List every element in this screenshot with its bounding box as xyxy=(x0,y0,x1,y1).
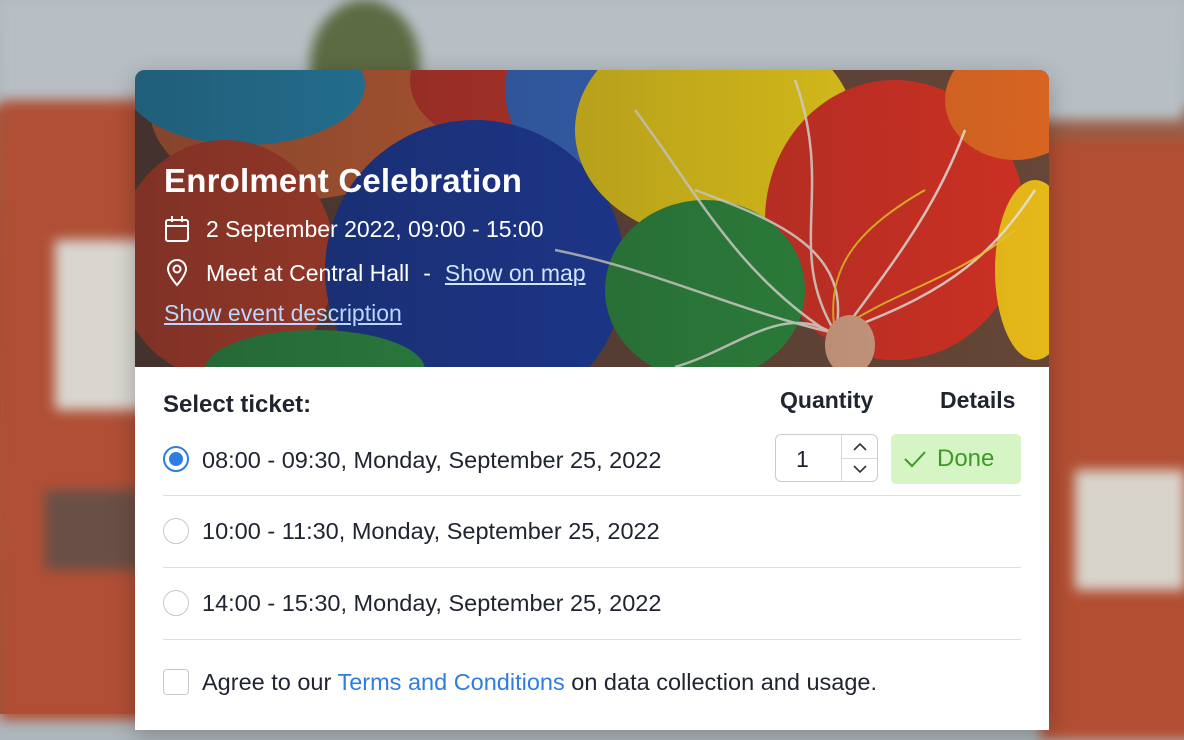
quantity-stepper[interactable]: 1 xyxy=(775,434,878,482)
ticket-selection: Select ticket: Quantity Details 08:00 - … xyxy=(135,367,1049,720)
ticket-option[interactable]: 10:00 - 11:30, Monday, September 25, 202… xyxy=(163,496,1021,568)
quantity-value[interactable]: 1 xyxy=(796,446,809,473)
ticket-option[interactable]: 14:00 - 15:30, Monday, September 25, 202… xyxy=(163,568,1021,640)
event-hero-banner: Enrolment Celebration 2 September 2022, … xyxy=(135,70,1049,367)
chevron-down-icon[interactable] xyxy=(842,458,877,481)
quantity-header: Quantity xyxy=(780,387,874,413)
terms-text: Agree to our Terms and Conditions on dat… xyxy=(202,669,877,696)
event-card: Enrolment Celebration 2 September 2022, … xyxy=(135,70,1049,730)
ticket-table-header: Select ticket: Quantity Details xyxy=(163,367,1021,437)
details-header: Details xyxy=(940,387,1016,413)
ticket-radio-selected[interactable] xyxy=(163,446,189,472)
event-datetime: 2 September 2022, 09:00 - 15:00 xyxy=(206,215,544,242)
terms-agreement: Agree to our Terms and Conditions on dat… xyxy=(163,640,1021,720)
show-event-description-link[interactable]: Show event description xyxy=(164,300,402,327)
location-separator: - xyxy=(423,259,431,286)
checkmark-icon xyxy=(903,450,927,468)
select-ticket-label: Select ticket: xyxy=(163,391,312,418)
ticket-option[interactable]: 08:00 - 09:30, Monday, September 25, 202… xyxy=(163,434,1021,496)
event-title: Enrolment Celebration xyxy=(164,162,523,199)
ticket-option-label: 10:00 - 11:30, Monday, September 25, 202… xyxy=(202,518,660,544)
event-location: Meet at Central Hall xyxy=(206,259,410,286)
location-pin-icon xyxy=(164,259,190,287)
ticket-option-label: 14:00 - 15:30, Monday, September 25, 202… xyxy=(202,590,662,616)
terms-prefix: Agree to our xyxy=(202,669,332,695)
event-datetime-row: 2 September 2022, 09:00 - 15:00 xyxy=(164,214,586,244)
terms-and-conditions-link[interactable]: Terms and Conditions xyxy=(337,669,564,695)
calendar-icon xyxy=(164,215,190,243)
done-button-label: Done xyxy=(937,445,995,472)
show-on-map-link[interactable]: Show on map xyxy=(445,260,586,287)
ticket-option-label: 08:00 - 09:30, Monday, September 25, 202… xyxy=(202,447,662,473)
terms-checkbox[interactable] xyxy=(163,669,189,695)
chevron-up-icon[interactable] xyxy=(842,435,877,459)
ticket-radio[interactable] xyxy=(163,518,189,544)
done-button[interactable]: Done xyxy=(891,434,1021,484)
ticket-radio[interactable] xyxy=(163,590,189,616)
terms-suffix: on data collection and usage. xyxy=(571,669,877,695)
event-location-row: Meet at Central Hall - Show on map xyxy=(164,258,586,288)
